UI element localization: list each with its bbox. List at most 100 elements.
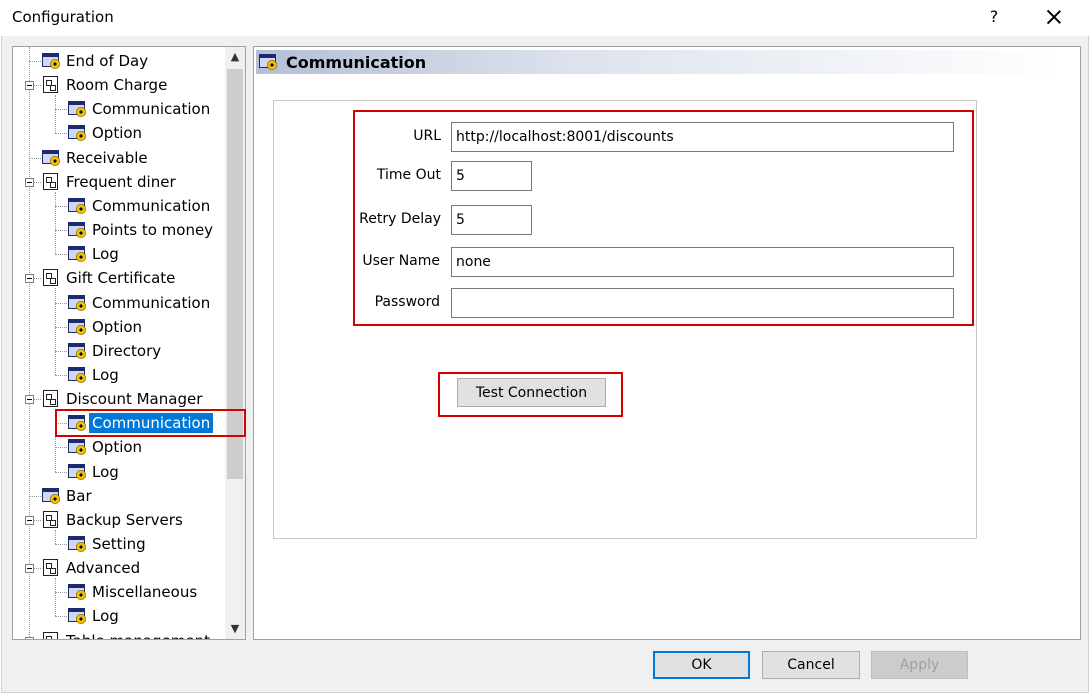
- config-tree[interactable]: End of Day Room Charge Communication Option…: [12, 46, 246, 640]
- gear-window-icon: [67, 197, 87, 215]
- tree-item[interactable]: Gift Certificate: [41, 266, 178, 290]
- tree-item-label: Gift Certificate: [66, 269, 176, 288]
- tree-item[interactable]: Receivable: [41, 146, 151, 170]
- apply-button[interactable]: Apply: [871, 651, 968, 679]
- gear-window-icon: [67, 100, 87, 118]
- tree-item-label: Advanced: [66, 559, 141, 578]
- test-button-highlight-box: [438, 372, 623, 417]
- tree-item[interactable]: Communication: [67, 194, 213, 218]
- tree-item[interactable]: Frequent diner: [41, 170, 179, 194]
- gear-window-icon: [67, 342, 87, 360]
- tree-connector: [55, 350, 67, 352]
- tree-item[interactable]: Bar: [41, 484, 95, 508]
- tree-item-label: Bar: [66, 486, 92, 505]
- tree-item-label: Option: [92, 124, 143, 143]
- tree-item[interactable]: Option: [67, 435, 145, 459]
- tree-item[interactable]: Discount Manager: [41, 387, 205, 411]
- tree-connector: [29, 61, 41, 62]
- folder-tree-icon: [41, 76, 61, 94]
- tree-item[interactable]: Advanced: [41, 556, 143, 580]
- tree-item-label: Log: [92, 607, 119, 626]
- tree-branch-line: [55, 529, 56, 544]
- tree-branch-line: [55, 191, 56, 255]
- tree-item[interactable]: Room Charge: [41, 73, 170, 97]
- tree-item[interactable]: Option: [67, 121, 145, 145]
- tree-branch-line: [55, 578, 56, 617]
- tree-connector: [55, 326, 67, 328]
- scroll-down-icon[interactable]: ▼: [225, 619, 245, 639]
- tree-item-label: Room Charge: [66, 76, 168, 95]
- tree-item[interactable]: Log: [67, 363, 122, 387]
- scroll-up-icon[interactable]: ▲: [225, 47, 245, 67]
- folder-tree-icon: [41, 390, 61, 408]
- tree-item-label: Log: [92, 245, 119, 264]
- tree-item[interactable]: Option: [67, 315, 145, 339]
- title-bar: Configuration ?: [0, 0, 1089, 36]
- tree-item[interactable]: Log: [67, 460, 122, 484]
- tree-connector: [55, 205, 67, 207]
- tree-item-label: Frequent diner: [66, 172, 176, 191]
- tree-connector: [55, 471, 67, 473]
- tree-connector: [55, 374, 67, 376]
- gear-window-icon: [67, 366, 87, 384]
- tree-connector: [55, 447, 67, 449]
- collapse-icon[interactable]: [25, 564, 34, 574]
- tree-item[interactable]: Directory: [67, 339, 164, 363]
- tree-item[interactable]: Table management: [41, 629, 213, 639]
- gear-window-icon: [41, 149, 61, 167]
- gear-window-icon: [67, 463, 87, 481]
- tree-item-label: Discount Manager: [66, 390, 203, 409]
- tree-item-label: Log: [92, 462, 119, 481]
- tree-item[interactable]: Points to money: [67, 218, 216, 242]
- tree-connector: [29, 495, 41, 497]
- tree-item[interactable]: End of Day: [41, 49, 151, 73]
- tree-item-label: Setting: [92, 535, 146, 553]
- gear-window-icon: [67, 583, 87, 601]
- close-icon[interactable]: [1036, 4, 1072, 30]
- gear-window-icon: [67, 245, 87, 263]
- folder-tree-icon: [41, 269, 61, 287]
- gear-window-icon: [258, 53, 278, 71]
- tree-item-label: Option: [92, 317, 143, 336]
- collapse-icon[interactable]: [25, 81, 34, 91]
- gear-window-icon: [67, 607, 87, 625]
- cancel-button[interactable]: Cancel: [762, 651, 860, 679]
- tree-item[interactable]: Setting: [67, 532, 149, 556]
- tree-item[interactable]: Miscellaneous: [67, 580, 200, 604]
- collapse-icon[interactable]: [25, 515, 34, 525]
- tree-connector: [29, 157, 41, 159]
- panel-header: Communication: [256, 50, 1062, 74]
- tree-branch-line: [55, 95, 56, 134]
- collapse-icon[interactable]: [25, 636, 34, 639]
- tree-item[interactable]: Communication: [67, 291, 213, 315]
- tree-scrollbar[interactable]: ▲ ▼: [225, 47, 245, 639]
- tree-connector: [55, 109, 67, 111]
- tree-item-label: Table management: [63, 631, 213, 639]
- tree-item[interactable]: Log: [67, 604, 122, 628]
- tree-item[interactable]: Communication: [67, 97, 213, 121]
- gear-window-icon: [67, 535, 87, 553]
- tree-item-label: Directory: [92, 341, 162, 360]
- tree-connector: [55, 544, 67, 545]
- tree-item-label: Communication: [92, 100, 211, 119]
- gear-window-icon: [67, 124, 87, 142]
- tree-connector: [55, 230, 67, 232]
- dialog-client-area: End of Day Room Charge Communication Option…: [1, 36, 1089, 693]
- help-button[interactable]: ?: [978, 4, 1010, 30]
- fields-highlight-box: [353, 110, 974, 326]
- gear-window-icon: [67, 318, 87, 336]
- collapse-icon[interactable]: [25, 177, 34, 187]
- folder-tree-icon: [41, 559, 61, 577]
- tree-connector: [55, 254, 67, 256]
- gear-window-icon: [67, 438, 87, 456]
- tree-item[interactable]: Log: [67, 242, 122, 266]
- gear-window-icon: [67, 221, 87, 239]
- collapse-icon[interactable]: [25, 274, 34, 284]
- tree-connector: [55, 302, 67, 304]
- tree-branch-line: [55, 288, 56, 375]
- tree-item[interactable]: Backup Servers: [41, 508, 186, 532]
- tree-item-label: Communication: [92, 196, 211, 215]
- gear-window-icon: [41, 52, 61, 70]
- collapse-icon[interactable]: [25, 395, 34, 405]
- ok-button[interactable]: OK: [653, 651, 750, 679]
